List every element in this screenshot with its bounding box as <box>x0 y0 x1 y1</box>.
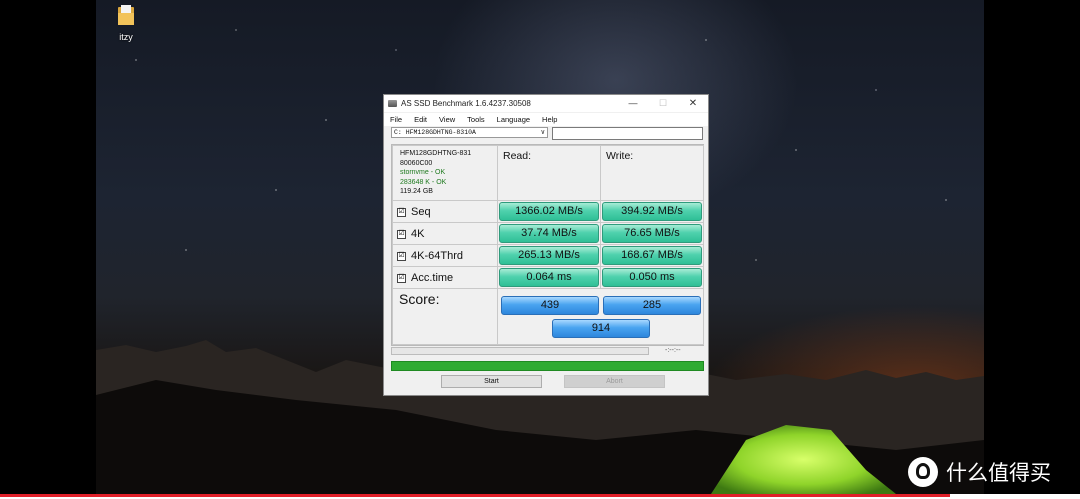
acctime-write-cell: 0.050 ms <box>600 266 704 289</box>
seq-read-value: 1366.02 MB/s <box>499 202 599 221</box>
chevron-down-icon: ∨ <box>540 129 545 137</box>
test-progress-bar <box>391 347 649 355</box>
menu-tools[interactable]: Tools <box>467 113 485 126</box>
read-header: Read: <box>503 150 532 162</box>
acctime-label: Acc.time <box>411 272 454 284</box>
menu-view[interactable]: View <box>439 113 455 126</box>
menu-help[interactable]: Help <box>542 113 557 126</box>
path-input[interactable] <box>552 127 703 140</box>
minimize-button[interactable]: — <box>618 95 648 112</box>
drive-select[interactable]: C: HFM128GDHTNG-8310A ∨ <box>391 127 548 138</box>
acctime-checkbox-label[interactable]: ☑ Acc.time <box>397 272 453 284</box>
watermark-text: 什么值得买 <box>946 461 1051 485</box>
app-drive-icon <box>388 100 397 107</box>
score-write-value: 285 <box>603 296 701 315</box>
4k64-read-value: 265.13 MB/s <box>499 246 599 265</box>
row-label-cell: ☑ Acc.time <box>392 266 498 289</box>
video-progress-fill <box>0 494 950 497</box>
row-label-cell: ☑ Seq <box>392 200 498 223</box>
acctime-read-value: 0.064 ms <box>499 268 599 287</box>
4k-read-value: 37.74 MB/s <box>499 224 599 243</box>
score-total-value: 914 <box>552 319 650 338</box>
score-label: Score: <box>399 291 440 307</box>
4k64-read-cell: 265.13 MB/s <box>497 244 601 267</box>
drive-select-value: C: HFM128GDHTNG-8310A <box>394 129 476 136</box>
write-header: Write: <box>606 150 634 162</box>
seq-write-value: 394.92 MB/s <box>602 202 702 221</box>
desktop-icon-label: itzy <box>119 32 133 42</box>
row-label-cell: ☑ 4K-64Thrd <box>392 244 498 267</box>
folder-icon <box>116 4 136 26</box>
acctime-read-cell: 0.064 ms <box>497 266 601 289</box>
4k-checkbox[interactable]: ☑ <box>397 229 406 239</box>
menu-file[interactable]: File <box>390 113 402 126</box>
write-header-cell: Write: <box>600 145 704 201</box>
row-label-cell: ☑ 4K <box>392 222 498 245</box>
title-bar[interactable]: AS SSD Benchmark 1.6.4237.30508 — ☐ ✕ <box>384 95 708 112</box>
seq-label: Seq <box>411 206 431 218</box>
menu-bar: File Edit View Tools Language Help <box>384 113 708 126</box>
4k-checkbox-label[interactable]: ☑ 4K <box>397 228 424 240</box>
acctime-write-value: 0.050 ms <box>602 268 702 287</box>
seq-write-cell: 394.92 MB/s <box>600 200 704 223</box>
4k64-write-cell: 168.67 MB/s <box>600 244 704 267</box>
4k64-write-value: 168.67 MB/s <box>602 246 702 265</box>
score-label-cell: Score: <box>392 288 498 345</box>
as-ssd-window: AS SSD Benchmark 1.6.4237.30508 — ☐ ✕ Fi… <box>383 94 709 396</box>
close-button[interactable]: ✕ <box>678 95 708 112</box>
maximize-button[interactable]: ☐ <box>648 95 678 112</box>
menu-edit[interactable]: Edit <box>414 113 427 126</box>
4k64-checkbox-label[interactable]: ☑ 4K-64Thrd <box>397 250 463 262</box>
seq-checkbox-label[interactable]: ☑ Seq <box>397 206 431 218</box>
score-read-value: 439 <box>501 296 599 315</box>
window-title: AS SSD Benchmark 1.6.4237.30508 <box>401 99 531 108</box>
zdm-logo-icon <box>908 457 938 487</box>
drive-driver-status: stornvme - OK <box>400 169 446 176</box>
desktop-folder-shortcut[interactable]: itzy <box>114 4 138 42</box>
drive-alignment-status: 283648 K - OK <box>400 178 447 186</box>
seq-read-cell: 1366.02 MB/s <box>497 200 601 223</box>
acctime-checkbox[interactable]: ☑ <box>397 273 406 283</box>
4k-label: 4K <box>411 228 425 240</box>
total-progress-bar <box>391 361 704 371</box>
4k-write-value: 76.65 MB/s <box>602 224 702 243</box>
4k-write-cell: 76.65 MB/s <box>600 222 704 245</box>
drive-info-panel: HFM128GDHTNG-831 80060C00 stornvme - OK … <box>392 145 498 201</box>
watermark: 什么值得买 <box>908 457 1051 487</box>
4k-read-cell: 37.74 MB/s <box>497 222 601 245</box>
results-grid: HFM128GDHTNG-831 80060C00 stornvme - OK … <box>391 144 704 346</box>
seq-checkbox[interactable]: ☑ <box>397 207 406 217</box>
elapsed-timer: -:--:-- <box>665 347 681 354</box>
start-button[interactable]: Start <box>441 375 542 388</box>
drive-firmware: 80060C00 <box>400 159 433 167</box>
menu-language[interactable]: Language <box>497 113 530 126</box>
drive-model: HFM128GDHTNG-831 <box>400 150 472 157</box>
read-header-cell: Read: <box>497 145 601 201</box>
abort-button[interactable]: Abort <box>564 375 665 388</box>
4k64-label: 4K-64Thrd <box>411 250 463 262</box>
score-cell: 439 285 914 <box>497 288 704 345</box>
4k64-checkbox[interactable]: ☑ <box>397 251 406 261</box>
drive-size: 119.24 GB <box>400 188 433 195</box>
